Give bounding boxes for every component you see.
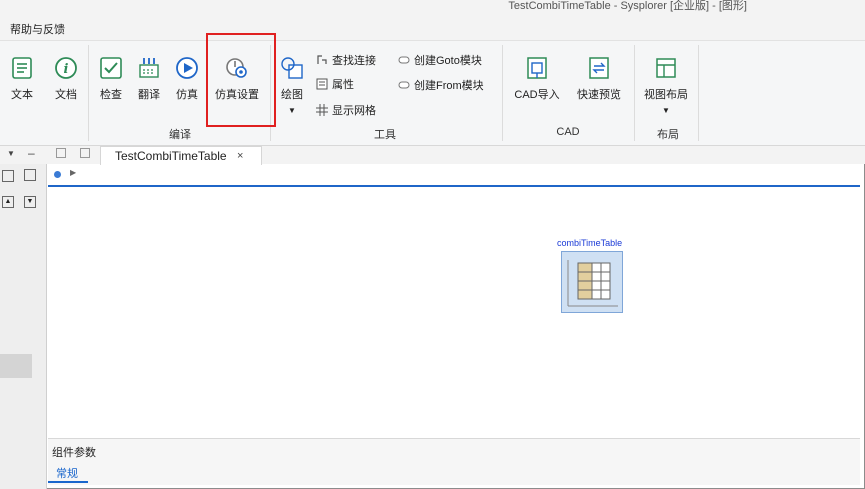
diagram-canvas[interactable] (48, 188, 860, 438)
create-goto-button[interactable]: 创建Goto模块 (398, 52, 482, 68)
tab-test-combi-time-table[interactable]: TestCombiTimeTable × (100, 146, 262, 165)
text-button-label: 文本 (11, 89, 33, 101)
filter-icon[interactable] (2, 170, 14, 182)
view-layout-button[interactable]: 视图布局 ▼ (640, 56, 692, 115)
create-goto-label: 创建Goto模块 (414, 55, 482, 67)
create-from-label: 创建From模块 (414, 80, 484, 92)
svg-text:i: i (64, 62, 69, 77)
ribbon: 文本 i 文档 检查 翻译 仿真 仿真设置 编译 绘图 ▼ 查找连接 属性 显示… (0, 41, 865, 146)
checkbox-icon (100, 57, 122, 79)
properties-icon (316, 78, 328, 90)
text-doc-icon (12, 57, 32, 79)
breadcrumb: ▶ (48, 165, 860, 187)
translate-icon (139, 58, 159, 78)
close-icon[interactable]: × (237, 150, 243, 162)
find-connection-button[interactable]: 查找连接 (316, 52, 376, 68)
goto-block-icon (398, 56, 410, 64)
quick-preview-button[interactable]: 快速预览 (572, 56, 626, 102)
cad-import-icon (527, 57, 547, 79)
tab-label: TestCombiTimeTable (115, 149, 227, 163)
component-params-header: 组件参数 (52, 447, 96, 459)
doc-button-label: 文档 (55, 89, 77, 101)
collapse-icon[interactable] (24, 169, 36, 181)
group-cad-label: CAD (556, 126, 580, 138)
output-port-icon[interactable] (623, 278, 629, 286)
chevron-down-icon[interactable]: ▼ (7, 149, 15, 158)
simulate-button[interactable]: 仿真 (172, 56, 202, 102)
left-panel: ▲ ▼ (0, 164, 47, 489)
menu-bar: 帮助与反馈 (0, 14, 865, 41)
window-title: TestCombiTimeTable - Sysplorer [企业版] - [… (508, 0, 747, 12)
ribbon-divider (634, 45, 635, 141)
combi-time-table-block[interactable] (561, 251, 629, 313)
highlight-box (206, 33, 276, 127)
quick-preview-label: 快速预览 (577, 89, 621, 101)
tab-general[interactable]: 常规 (56, 465, 78, 481)
group-layout-label: 布局 (657, 129, 679, 141)
model-icon (54, 171, 61, 178)
table-block-icon (567, 260, 618, 307)
grid-icon (316, 104, 328, 116)
find-connection-label: 查找连接 (332, 55, 376, 67)
chevron-down-icon[interactable]: ▼ (278, 106, 306, 115)
show-grid-button[interactable]: 显示网格 (316, 102, 376, 118)
minimize-icon[interactable]: – (28, 146, 35, 160)
group-compile-label: 编译 (169, 129, 191, 141)
title-bar: TestCombiTimeTable - Sysplorer [企业版] - [… (0, 0, 865, 14)
text-button[interactable]: 文本 (8, 56, 36, 102)
ribbon-divider (502, 45, 503, 141)
properties-label: 属性 (332, 79, 354, 91)
layout-icon (656, 58, 676, 78)
check-button[interactable]: 检查 (96, 56, 126, 102)
view-layout-label: 视图布局 (644, 89, 688, 101)
dock-icon[interactable] (80, 148, 90, 158)
info-icon: i (55, 57, 77, 79)
quick-preview-icon (589, 57, 609, 79)
draw-button[interactable]: 绘图 ▼ (278, 56, 306, 115)
scroll-down-icon[interactable]: ▼ (24, 196, 36, 208)
find-connection-icon (317, 55, 327, 64)
properties-button[interactable]: 属性 (316, 76, 354, 92)
group-tools-label: 工具 (374, 129, 396, 141)
component-params-panel: 组件参数 常规 (48, 438, 860, 485)
active-tab-underline (48, 481, 88, 483)
from-block-icon (398, 81, 410, 89)
play-icon (176, 57, 198, 79)
ribbon-divider (698, 45, 699, 141)
component-label: combiTimeTable (557, 238, 623, 248)
check-button-label: 检查 (100, 89, 122, 101)
left-panel-selected-item[interactable] (0, 354, 32, 378)
cad-import-button[interactable]: CAD导入 (510, 56, 564, 102)
cad-import-label: CAD导入 (514, 89, 560, 101)
draw-shapes-icon (281, 57, 303, 79)
doc-button[interactable]: i 文档 (52, 56, 80, 102)
ribbon-divider (88, 45, 89, 141)
scroll-up-icon[interactable]: ▲ (2, 196, 14, 208)
translate-button[interactable]: 翻译 (134, 56, 164, 102)
menu-help[interactable]: 帮助与反馈 (10, 21, 65, 37)
show-grid-label: 显示网格 (332, 105, 376, 117)
float-icon[interactable] (56, 148, 66, 158)
translate-button-label: 翻译 (138, 89, 160, 101)
chevron-down-icon[interactable]: ▼ (640, 106, 692, 115)
simulate-button-label: 仿真 (176, 89, 198, 101)
draw-button-label: 绘图 (281, 89, 303, 101)
chevron-right-icon[interactable]: ▶ (70, 168, 76, 177)
create-from-button[interactable]: 创建From模块 (398, 77, 484, 93)
